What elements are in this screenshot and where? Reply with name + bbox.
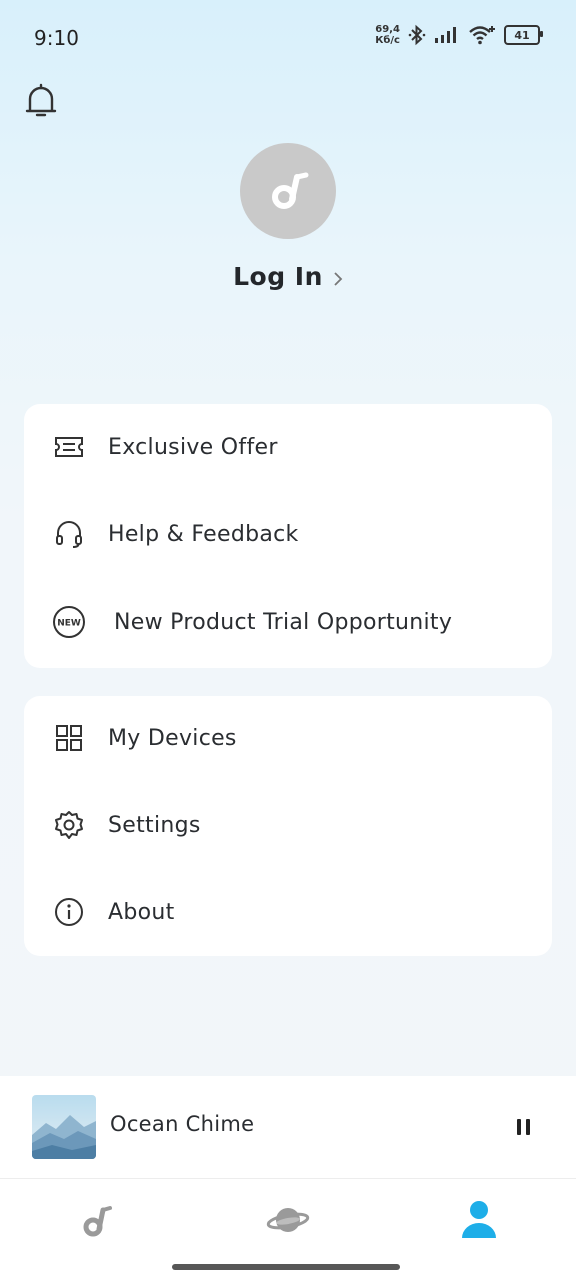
pause-button[interactable] — [514, 1116, 534, 1138]
status-time: 9:10 — [34, 26, 79, 50]
avatar[interactable] — [240, 143, 336, 239]
menu-item-settings[interactable]: Settings — [24, 795, 552, 855]
info-icon — [52, 895, 86, 929]
pause-icon — [517, 1119, 530, 1135]
ticket-icon — [52, 430, 86, 464]
status-icons: 69,4 Кб/с 41 — [375, 24, 543, 46]
track-title: Ocean Chime — [110, 1112, 255, 1136]
profile-icon — [462, 1201, 496, 1238]
network-speed: 69,4 Кб/с — [375, 24, 400, 46]
wifi-icon — [469, 26, 495, 45]
menu-item-new-product-trial[interactable]: NEW New Product Trial Opportunity — [24, 592, 552, 652]
menu-item-my-devices[interactable]: My Devices — [24, 708, 552, 768]
login-label: Log In — [233, 262, 323, 291]
menu-item-exclusive-offer[interactable]: Exclusive Offer — [24, 417, 552, 477]
menu-card-device: My Devices Settings About — [24, 696, 552, 956]
menu-item-label: New Product Trial Opportunity — [114, 609, 453, 635]
tab-explore[interactable] — [258, 1193, 318, 1247]
menu-item-label: About — [108, 899, 175, 925]
menu-item-about[interactable]: About — [24, 882, 552, 942]
menu-item-help-feedback[interactable]: Help & Feedback — [24, 504, 552, 564]
menu-item-label: Exclusive Offer — [108, 434, 278, 460]
menu-item-label: Settings — [108, 812, 201, 838]
grid-icon — [52, 721, 86, 755]
menu-item-label: Help & Feedback — [108, 521, 299, 547]
mini-player[interactable]: Ocean Chime — [0, 1076, 576, 1178]
svg-text:NEW: NEW — [57, 619, 81, 629]
notifications-button[interactable] — [24, 82, 58, 120]
track-cover — [32, 1095, 96, 1159]
music-note-icon — [83, 1206, 112, 1237]
menu-card-offers: Exclusive Offer Help & Feedback NEW New … — [24, 404, 552, 668]
battery-indicator: 41 — [504, 25, 543, 45]
signal-icon — [435, 27, 456, 43]
home-indicator — [172, 1264, 400, 1270]
status-bar: 9:10 69,4 Кб/с 41 — [0, 0, 576, 76]
planet-icon — [266, 1208, 310, 1232]
headset-icon — [52, 517, 86, 551]
new-badge-icon: NEW — [52, 605, 86, 639]
bell-icon — [25, 83, 57, 117]
bluetooth-icon — [408, 24, 426, 46]
menu-item-label: My Devices — [108, 725, 237, 751]
chevron-right-icon — [333, 264, 343, 293]
app-logo-icon — [272, 172, 309, 209]
tab-profile[interactable] — [449, 1193, 509, 1247]
login-link[interactable]: Log In — [0, 262, 576, 293]
gear-icon — [52, 808, 86, 842]
tab-home[interactable] — [66, 1193, 126, 1247]
